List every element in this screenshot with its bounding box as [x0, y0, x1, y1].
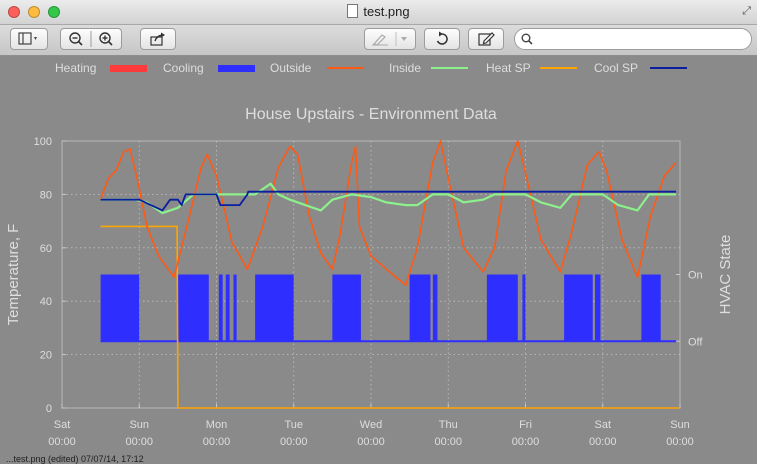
x-tick-label-day: Sun — [670, 419, 690, 431]
window-title: test.png — [0, 4, 757, 19]
y2-axis-label: HVAC State — [717, 235, 734, 315]
x-tick-label-day: Sun — [129, 419, 149, 431]
share-icon — [150, 32, 165, 46]
cooling-on-block — [522, 274, 526, 342]
rotate-icon — [436, 31, 448, 45]
zoom-button-group — [60, 28, 122, 50]
window-title-text: test.png — [363, 4, 410, 19]
x-tick-label-time: 00:00 — [280, 436, 308, 448]
sidebar-icon — [18, 32, 37, 45]
chart-title: House Upstairs - Environment Data — [245, 106, 497, 123]
fullscreen-icon[interactable]: ⤢ — [742, 5, 751, 18]
x-tick-label-time: 00:00 — [434, 436, 462, 448]
markup-button[interactable] — [364, 28, 416, 50]
x-tick-label-day: Tue — [284, 419, 303, 431]
y-tick-label: 0 — [46, 403, 52, 415]
cooling-on-block — [332, 274, 361, 342]
cooling-on-block — [255, 274, 294, 342]
cooling-on-block — [177, 274, 209, 342]
cooling-on-block — [409, 274, 431, 342]
cooling-on-block — [595, 274, 601, 342]
x-tick-label-day: Sat — [54, 419, 71, 431]
search-field[interactable] — [514, 28, 752, 50]
series-line-outside — [99, 140, 677, 286]
legend-label-inside: Inside — [389, 61, 421, 75]
cooling-on-block — [218, 274, 223, 342]
sidebar-view-button[interactable] — [10, 28, 48, 50]
series-line-inside — [100, 182, 677, 215]
cooling-on-block — [564, 274, 593, 342]
x-tick-label-time: 00:00 — [357, 436, 385, 448]
zoom-out-icon[interactable] — [69, 32, 83, 46]
x-tick-label-day: Fri — [519, 419, 532, 431]
y-axis-label: Temperature, F — [5, 224, 22, 326]
y-tick-label: 60 — [40, 243, 52, 255]
search-input[interactable] — [537, 31, 741, 47]
x-tick-label-time: 00:00 — [125, 436, 153, 448]
legend-label-heat-sp: Heat SP — [486, 61, 531, 75]
y-tick-label: 20 — [40, 350, 52, 362]
rotate-button[interactable] — [424, 28, 460, 50]
x-tick-label-time: 00:00 — [666, 436, 694, 448]
cooling-on-block — [641, 274, 661, 342]
x-tick-label-day: Mon — [206, 419, 227, 431]
cooling-on-block — [225, 274, 230, 342]
x-tick-label-time: 00:00 — [48, 436, 76, 448]
cooling-on-block — [233, 274, 237, 342]
x-tick-label-day: Sat — [594, 419, 611, 431]
x-tick-label-time: 00:00 — [589, 436, 617, 448]
edit-button[interactable] — [468, 28, 504, 50]
legend-swatch-cooling — [218, 65, 255, 72]
legend-label-cooling: Cooling — [163, 61, 204, 75]
legend-label-heating: Heating — [55, 61, 96, 75]
x-tick-label-time: 00:00 — [203, 436, 231, 448]
cooling-on-block — [486, 274, 518, 342]
x-tick-label-time: 00:00 — [512, 436, 540, 448]
search-icon — [521, 33, 533, 45]
x-tick-label-day: Wed — [360, 419, 382, 431]
environment-chart: Heating Cooling Outside Inside Heat SP Cool S… — [5, 61, 734, 448]
title-bar: test.png ⤢ — [0, 0, 757, 25]
y-tick-label: 40 — [40, 296, 52, 308]
cooling-on-block — [432, 274, 438, 342]
share-button[interactable] — [140, 28, 176, 50]
cooling-on-block — [100, 274, 140, 342]
y-tick-label: 100 — [34, 136, 52, 148]
y-tick-label: 80 — [40, 189, 52, 201]
toolbar — [0, 25, 757, 56]
legend-label-outside: Outside — [270, 61, 312, 75]
legend-swatch-heating — [110, 65, 147, 72]
x-tick-label-day: Thu — [439, 419, 458, 431]
y2-tick-label: Off — [688, 336, 703, 348]
edit-pencil-icon — [478, 32, 495, 46]
legend-label-cool-sp: Cool SP — [594, 61, 638, 75]
document-icon — [347, 4, 359, 18]
y2-tick-label: On — [688, 270, 703, 282]
markup-pen-icon — [372, 32, 407, 46]
zoom-in-icon[interactable] — [99, 32, 113, 46]
